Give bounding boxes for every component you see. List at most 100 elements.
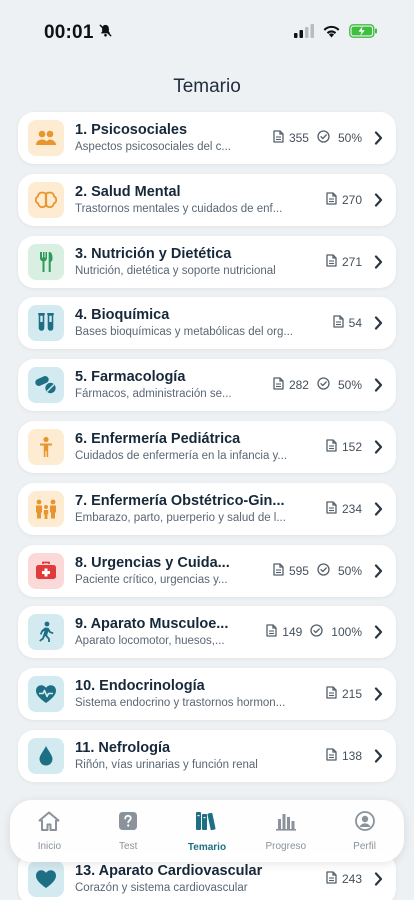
- topic-meta: 54: [332, 315, 362, 331]
- question-count: 138: [341, 748, 362, 763]
- question-count: 355: [288, 131, 309, 145]
- question-count: 54: [348, 316, 362, 331]
- tab-temario[interactable]: Temario: [172, 810, 242, 853]
- tab-label: Test: [119, 840, 138, 852]
- card-text: 6. Enfermería Pediátrica Cuidados de enf…: [75, 430, 320, 464]
- topic-card-8[interactable]: 8. Urgencias y Cuida... Paciente crítico…: [18, 544, 396, 597]
- topic-list: 1. Psicosociales Aspectos psicosociales …: [18, 112, 396, 792]
- topic-card-5[interactable]: 5. Farmacología Fármacos, administración…: [18, 359, 396, 412]
- card-text: 9. Aparato Musculoe... Aparato locomotor…: [75, 615, 260, 649]
- tab-inicio[interactable]: Inicio: [14, 811, 84, 852]
- question-icon: [118, 811, 138, 836]
- card-text: 7. Enfermería Obstétrico-Gin... Embarazo…: [75, 492, 320, 526]
- topic-title: 1. Psicosociales: [75, 122, 188, 138]
- topic-card-10[interactable]: 10. Endocrinología Sistema endocrino y t…: [18, 668, 396, 721]
- topic-card-3[interactable]: 3. Nutrición y Dietética Nutrición, diet…: [18, 235, 396, 288]
- document-icon: [326, 871, 337, 887]
- bar-chart-icon: [275, 811, 297, 836]
- topic-meta: 355 50%: [273, 130, 362, 146]
- heart-icon: [28, 861, 64, 897]
- topic-title: 13. Aparato Cardiovascular: [75, 863, 263, 879]
- battery-charging-icon: [349, 24, 378, 43]
- card-text: 1. Psicosociales Aspectos psicosociales …: [75, 121, 267, 155]
- topic-card-9[interactable]: 9. Aparato Musculoe... Aparato locomotor…: [18, 606, 396, 659]
- topic-subtitle: Paciente crítico, urgencias y...: [75, 573, 228, 586]
- tab-label: Progreso: [265, 840, 307, 852]
- status-time: 00:01: [44, 22, 94, 43]
- question-count: 234: [341, 501, 362, 516]
- pills-icon: [28, 367, 64, 404]
- topic-subtitle: Nutrición, dietética y soporte nutricion…: [75, 264, 276, 277]
- progress-percent: 100%: [331, 625, 362, 640]
- topic-title: 9. Aparato Musculoe...: [75, 616, 229, 633]
- topic-title: 5. Farmacología: [75, 369, 186, 386]
- topic-subtitle: Corazón y sistema cardiovascular: [75, 882, 248, 894]
- card-text: 4. Bioquímica Bases bioquímicas y metabó…: [75, 306, 327, 340]
- document-icon: [326, 439, 337, 455]
- child-icon: [28, 428, 64, 465]
- status-bar: 00:01: [0, 0, 414, 56]
- progress-percent: 50%: [337, 563, 362, 578]
- card-text: 8. Urgencias y Cuida... Paciente crítico…: [75, 554, 267, 588]
- tab-test[interactable]: Test: [93, 811, 163, 852]
- topic-meta: 215: [326, 686, 362, 702]
- tab-label: Perfil: [353, 840, 376, 852]
- topic-card-11[interactable]: 11. Nefrología Riñón, vías urinarias y f…: [18, 729, 396, 782]
- chevron-right-icon: [374, 563, 384, 578]
- books-icon: [195, 810, 219, 837]
- card-text: 11. Nefrología Riñón, vías urinarias y f…: [75, 739, 320, 773]
- card-text: 13. Aparato Cardiovascular Corazón y sis…: [75, 862, 320, 896]
- topic-card-4[interactable]: 4. Bioquímica Bases bioquímicas y metabó…: [18, 297, 396, 350]
- topic-card-1[interactable]: 1. Psicosociales Aspectos psicosociales …: [18, 112, 396, 164]
- page-title: Temario: [173, 76, 241, 97]
- heart-pulse-icon: [28, 676, 64, 713]
- document-icon: [273, 130, 284, 146]
- topic-title: 11. Nefrología: [75, 739, 171, 756]
- topic-meta: 243: [326, 871, 362, 887]
- check-circle-icon: [317, 377, 330, 393]
- status-icons: [294, 24, 378, 43]
- topic-meta: 234: [326, 501, 362, 517]
- card-text: 3. Nutrición y Dietética Nutrición, diet…: [75, 245, 320, 279]
- chevron-right-icon: [374, 440, 384, 454]
- chevron-right-icon: [374, 254, 384, 269]
- topic-subtitle: Cuidados de enfermería en la infancia y.…: [75, 449, 288, 462]
- tab-progreso[interactable]: Progreso: [251, 811, 321, 852]
- question-count: 282: [288, 378, 309, 393]
- topic-meta: 595 50%: [273, 562, 362, 579]
- topic-card-2[interactable]: 2. Salud Mental Trastornos mentales y cu…: [18, 173, 396, 226]
- check-circle-icon: [310, 624, 323, 640]
- topic-subtitle: Sistema endocrino y trastornos hormon...: [75, 697, 286, 710]
- question-count: 271: [341, 254, 362, 269]
- people-icon: [28, 120, 64, 156]
- topic-title: 8. Urgencias y Cuida...: [75, 554, 230, 571]
- topic-title: 7. Enfermería Obstétrico-Gin...: [75, 492, 285, 509]
- utensils-icon: [28, 243, 64, 280]
- tab-label: Inicio: [37, 840, 62, 852]
- document-icon: [273, 377, 284, 393]
- chevron-right-icon: [374, 625, 384, 639]
- question-count: 152: [341, 439, 362, 454]
- bell-slash-icon: [98, 22, 113, 44]
- progress-percent: 50%: [337, 131, 362, 145]
- check-circle-icon: [317, 562, 330, 579]
- document-icon: [332, 315, 344, 331]
- test-tubes-icon: [28, 305, 64, 342]
- topic-meta: 270: [326, 192, 362, 208]
- signal-icon: [294, 24, 314, 43]
- topic-subtitle: Aparato locomotor, huesos,...: [75, 635, 225, 648]
- topic-title: 10. Endocrinología: [75, 678, 205, 695]
- topic-card-7[interactable]: 7. Enfermería Obstétrico-Gin... Embarazo…: [18, 482, 396, 535]
- family-icon: [28, 490, 64, 527]
- walking-icon: [28, 614, 64, 651]
- check-circle-icon: [317, 130, 330, 146]
- topic-meta: 271: [326, 253, 362, 270]
- topic-card-6[interactable]: 6. Enfermería Pediátrica Cuidados de enf…: [18, 420, 396, 473]
- topic-meta: 152: [326, 439, 362, 455]
- topic-subtitle: Aspectos psicosociales del c...: [75, 141, 231, 153]
- brain-icon: [28, 181, 64, 218]
- tab-perfil[interactable]: Perfil: [330, 810, 400, 852]
- topic-title: 4. Bioquímica: [75, 307, 170, 324]
- chevron-right-icon: [374, 316, 384, 330]
- document-icon: [273, 562, 284, 579]
